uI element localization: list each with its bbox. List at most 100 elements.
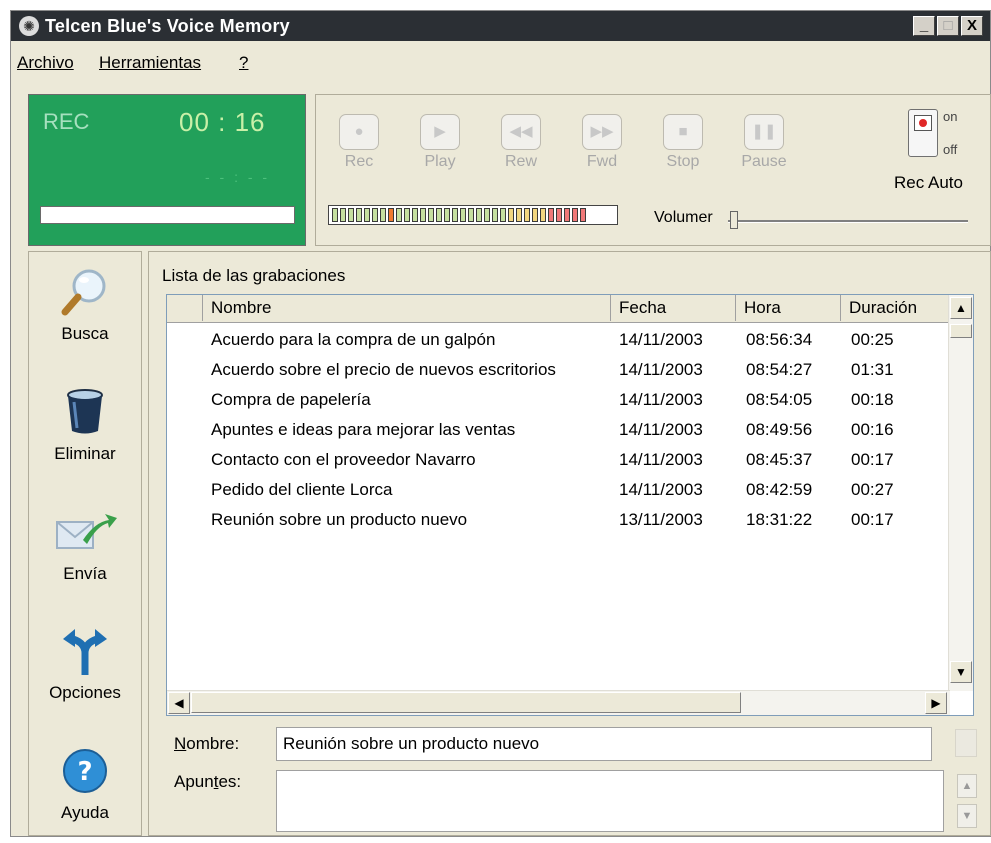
action-sidebar: Busca Eliminar Envía Opciones ? Ayuda — [28, 251, 142, 836]
rec-auto-switch[interactable] — [908, 109, 938, 157]
rewind-icon: ◀◀ — [501, 114, 541, 150]
menu-archivo[interactable]: Archivo — [17, 53, 74, 73]
close-button[interactable]: X — [961, 16, 983, 36]
menu-help[interactable]: ? — [239, 53, 248, 73]
pause-label: Pause — [741, 153, 787, 170]
eliminar-label: Eliminar — [54, 444, 116, 463]
notes-scroll-down-button[interactable]: ▼ — [957, 804, 977, 828]
table-row[interactable]: Pedido del cliente Lorca 14/11/2003 08:42:… — [167, 475, 950, 505]
row-fecha: 13/11/2003 — [619, 510, 703, 529]
record-icon: ● — [339, 114, 379, 150]
row-hora: 08:56:34 — [746, 330, 813, 349]
row-nombre: Acuerdo sobre el precio de nuevos escrit… — [211, 360, 556, 379]
notes-scroll-up-button[interactable]: ▲ — [957, 774, 977, 798]
table-row[interactable]: Reunión sobre un producto nuevo 13/11/200… — [167, 505, 950, 535]
fast-forward-icon: ▶▶ — [582, 114, 622, 150]
level-meter-segment — [500, 208, 506, 222]
magnifier-icon — [61, 269, 106, 316]
table-row[interactable]: Compra de papelería 14/11/2003 08:54:05 00:… — [167, 385, 950, 415]
rec-auto-label: Rec Auto — [894, 173, 963, 192]
vertical-scroll-thumb[interactable] — [950, 324, 972, 338]
lcd-time: 00 : 16 — [179, 107, 266, 137]
level-meter-segment — [444, 208, 450, 222]
fwd-button[interactable]: ▶▶ Fwd — [573, 114, 631, 171]
row-duracion: 00:17 — [851, 450, 894, 469]
row-nombre: Compra de papelería — [211, 390, 371, 409]
level-meter-segment — [556, 208, 562, 222]
opciones-button[interactable]: Opciones — [29, 625, 141, 703]
horizontal-scrollbar[interactable]: ◀ ▶ — [167, 690, 950, 715]
app-logo-icon: ✺ — [19, 16, 39, 36]
eliminar-button[interactable]: Eliminar — [29, 386, 141, 464]
app-window: ✺ Telcen Blue's Voice Memory _ □ X Archi… — [10, 10, 991, 837]
menu-herramientas[interactable]: Herramientas — [99, 53, 201, 73]
recording-progress-bar — [40, 206, 295, 224]
table-row[interactable]: Acuerdo sobre el precio de nuevos escrit… — [167, 355, 950, 385]
pause-button[interactable]: ❚❚ Pause — [735, 114, 793, 171]
maximize-button[interactable]: □ — [937, 16, 959, 36]
column-header-duracion[interactable]: Duración — [841, 295, 950, 321]
scroll-left-button[interactable]: ◀ — [168, 692, 190, 714]
level-meter-segment — [540, 208, 546, 222]
row-duracion: 00:27 — [851, 480, 894, 499]
transport-panel: ● Rec ▶ Play ◀◀ Rew ▶▶ Fwd ■ Stop ❚❚ Pau… — [315, 94, 991, 246]
table-row[interactable]: Acuerdo para la compra de un galpón 14/11… — [167, 325, 950, 355]
table-row[interactable]: Apuntes e ideas para mejorar las ventas 1… — [167, 415, 950, 445]
envia-label: Envía — [63, 564, 107, 583]
level-meter-segment — [356, 208, 362, 222]
scroll-right-button[interactable]: ▶ — [925, 692, 947, 714]
level-meter-segment — [476, 208, 482, 222]
stop-icon: ■ — [663, 114, 703, 150]
level-meter-segment — [436, 208, 442, 222]
scroll-down-button[interactable]: ▼ — [950, 661, 972, 683]
level-meter-segment — [364, 208, 370, 222]
recordings-list[interactable]: Nombre Fecha Hora Duración Acuerdo para … — [166, 294, 974, 716]
play-icon: ▶ — [420, 114, 460, 150]
rew-button[interactable]: ◀◀ Rew — [492, 114, 550, 171]
title-bar[interactable]: ✺ Telcen Blue's Voice Memory _ □ X — [11, 11, 990, 41]
level-meter-segment — [396, 208, 402, 222]
stop-button[interactable]: ■ Stop — [654, 114, 712, 171]
scroll-up-button[interactable]: ▲ — [950, 297, 972, 319]
level-meter-segment — [428, 208, 434, 222]
nombre-input[interactable]: Reunión sobre un producto nuevo — [276, 727, 932, 761]
table-row[interactable]: Contacto con el proveedor Navarro 14/11/2… — [167, 445, 950, 475]
window-title: Telcen Blue's Voice Memory — [45, 16, 290, 36]
level-meter-segment — [340, 208, 346, 222]
row-fecha: 14/11/2003 — [619, 390, 703, 409]
play-label: Play — [424, 153, 456, 170]
stop-label: Stop — [666, 153, 700, 170]
row-hora: 08:45:37 — [746, 450, 813, 469]
level-meter-segment — [492, 208, 498, 222]
vertical-scrollbar[interactable]: ▲ ▼ — [948, 295, 973, 691]
column-header-hora[interactable]: Hora — [736, 295, 841, 321]
volume-slider-thumb[interactable] — [730, 211, 738, 229]
level-meter-segment — [404, 208, 410, 222]
level-meter — [328, 205, 618, 225]
level-meter-segment — [572, 208, 578, 222]
apuntes-textarea[interactable] — [276, 770, 944, 832]
column-header-fecha[interactable]: Fecha — [611, 295, 736, 321]
level-meter-segment — [508, 208, 514, 222]
play-button[interactable]: ▶ Play — [411, 114, 469, 171]
switch-off-label: off — [943, 142, 958, 157]
row-duracion: 00:16 — [851, 420, 894, 439]
rec-button[interactable]: ● Rec — [330, 114, 388, 171]
level-meter-segment — [564, 208, 570, 222]
busca-button[interactable]: Busca — [29, 266, 141, 344]
envia-button[interactable]: Envía — [29, 506, 141, 584]
ayuda-button[interactable]: ? Ayuda — [29, 745, 141, 823]
minimize-button[interactable]: _ — [913, 16, 935, 36]
level-meter-segment — [460, 208, 466, 222]
trash-bin-icon — [67, 389, 103, 434]
row-hora: 08:42:59 — [746, 480, 813, 499]
apuntes-label: Apuntes: — [174, 772, 242, 791]
volume-slider-track[interactable] — [728, 220, 968, 223]
column-header-nombre[interactable]: Nombre — [203, 295, 611, 321]
row-fecha: 14/11/2003 — [619, 420, 703, 439]
row-hora: 18:31:22 — [746, 510, 813, 529]
save-name-button[interactable] — [955, 729, 977, 757]
row-duracion: 00:17 — [851, 510, 894, 529]
column-header-select[interactable] — [167, 295, 203, 321]
horizontal-scroll-thumb[interactable] — [191, 692, 741, 713]
